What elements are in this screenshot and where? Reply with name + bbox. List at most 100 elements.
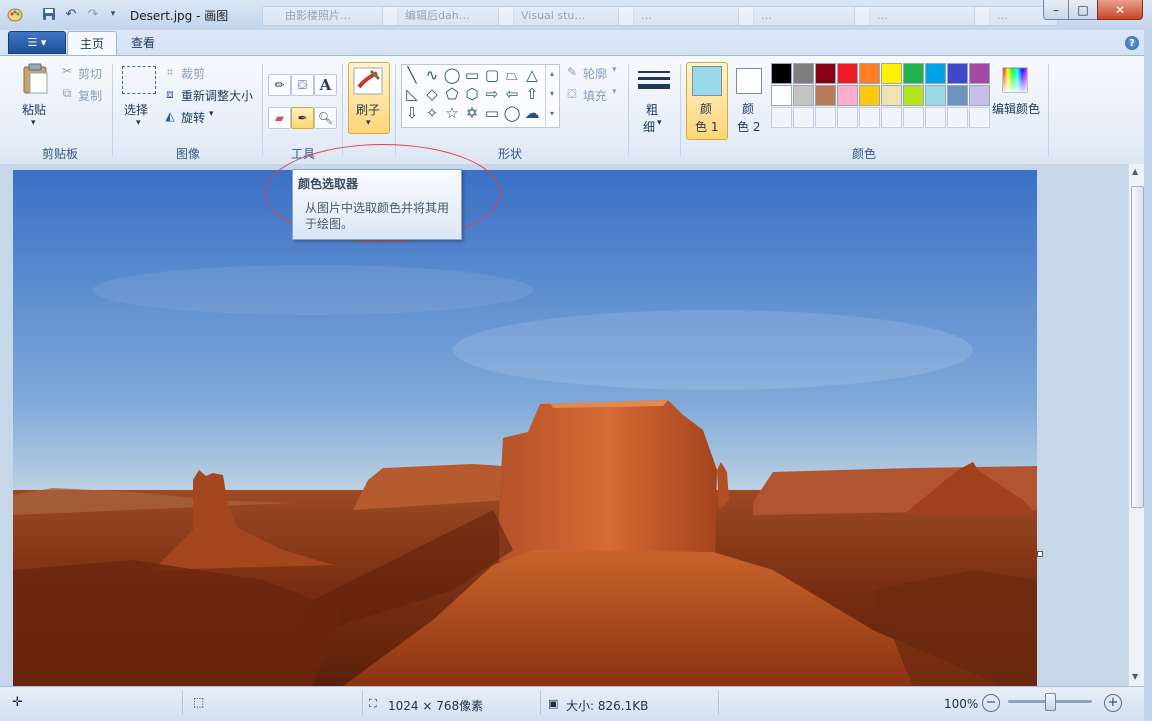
- paste-button-label[interactable]: 粘贴: [22, 101, 46, 118]
- custom-color-slot[interactable]: [793, 107, 814, 128]
- zoom-slider-thumb[interactable]: [1045, 693, 1056, 711]
- desert-image[interactable]: [13, 170, 1037, 686]
- paste-dropdown-icon[interactable]: ▾: [31, 118, 36, 128]
- shapes-gallery-scroll[interactable]: ▴ ▾ ▾: [545, 64, 558, 126]
- color2-label-line1[interactable]: 颜: [742, 100, 754, 117]
- rotate-dropdown-icon[interactable]: ▾: [209, 109, 214, 119]
- palette-swatch[interactable]: [837, 85, 858, 106]
- color-picker-icon[interactable]: ✒: [291, 107, 314, 129]
- line-shape-icon[interactable]: ╲: [403, 66, 421, 84]
- six-point-star-icon[interactable]: ✡: [463, 104, 481, 122]
- palette-swatch[interactable]: [793, 85, 814, 106]
- size-label-line2[interactable]: 细: [643, 118, 655, 135]
- down-arrow-icon[interactable]: ⇩: [403, 104, 421, 122]
- custom-color-slot[interactable]: [815, 107, 836, 128]
- palette-swatch[interactable]: [903, 85, 924, 106]
- palette-swatch[interactable]: [881, 63, 902, 84]
- scrollbar-thumb[interactable]: [1131, 186, 1144, 508]
- resize-button[interactable]: 重新调整大小: [181, 87, 253, 104]
- palette-swatch[interactable]: [947, 63, 968, 84]
- select-button-label[interactable]: 选择: [124, 101, 148, 118]
- fill-bucket-icon[interactable]: ⛋: [291, 74, 314, 96]
- palette-swatch[interactable]: [771, 85, 792, 106]
- curve-shape-icon[interactable]: ∿: [423, 66, 441, 84]
- custom-color-slot[interactable]: [969, 107, 990, 128]
- outline-button[interactable]: 轮廓: [583, 65, 607, 82]
- select-dropdown-icon[interactable]: ▾: [136, 118, 141, 128]
- select-icon[interactable]: [122, 66, 156, 94]
- custom-color-slot[interactable]: [947, 107, 968, 128]
- cloud-callout-icon[interactable]: ☁: [523, 104, 541, 122]
- custom-color-slot[interactable]: [837, 107, 858, 128]
- undo-icon[interactable]: ↶: [62, 5, 80, 23]
- text-tool-icon[interactable]: A: [314, 74, 337, 96]
- custom-color-slot[interactable]: [771, 107, 792, 128]
- palette-swatch[interactable]: [815, 85, 836, 106]
- color2-swatch[interactable]: [736, 68, 762, 94]
- rect-callout-icon[interactable]: ▭: [483, 104, 501, 122]
- pentagon-shape-icon[interactable]: ⬠: [443, 85, 461, 103]
- rectangle-shape-icon[interactable]: ▭: [463, 66, 481, 84]
- help-icon[interactable]: ?: [1125, 36, 1139, 50]
- size-dropdown-icon[interactable]: ▾: [657, 118, 662, 128]
- paste-icon[interactable]: [20, 62, 52, 96]
- palette-swatch[interactable]: [969, 85, 990, 106]
- canvas-resize-handle[interactable]: [1037, 551, 1043, 557]
- redo-icon[interactable]: ↷: [84, 5, 102, 23]
- application-menu-button[interactable]: ☰ ▾: [8, 31, 66, 54]
- custom-color-slot[interactable]: [903, 107, 924, 128]
- customize-qat-icon[interactable]: ▾: [104, 5, 122, 23]
- rounded-rectangle-icon[interactable]: ▢: [483, 66, 501, 84]
- diamond-shape-icon[interactable]: ◇: [423, 85, 441, 103]
- brush-dropdown-icon[interactable]: ▾: [366, 118, 371, 128]
- maximize-button[interactable]: □: [1068, 0, 1098, 20]
- scroll-up-icon[interactable]: ▲: [1132, 167, 1138, 176]
- palette-swatch[interactable]: [925, 63, 946, 84]
- scroll-down-icon[interactable]: ▼: [1132, 672, 1138, 681]
- tab-home[interactable]: 主页: [67, 31, 118, 56]
- palette-swatch[interactable]: [859, 63, 880, 84]
- eraser-icon[interactable]: ▰: [268, 107, 291, 129]
- color2-label-line2[interactable]: 色 2: [737, 118, 760, 135]
- palette-swatch[interactable]: [881, 85, 902, 106]
- rotate-button[interactable]: 旋转: [181, 109, 205, 126]
- pencil-tool-icon[interactable]: ✏: [268, 74, 291, 96]
- up-arrow-icon[interactable]: ⇧: [523, 85, 541, 103]
- right-arrow-icon[interactable]: ⇨: [483, 85, 501, 103]
- line-width-icon[interactable]: [637, 66, 671, 94]
- vertical-scrollbar[interactable]: ▲ ▼: [1128, 164, 1145, 686]
- custom-color-slot[interactable]: [881, 107, 902, 128]
- oval-callout-icon[interactable]: ◯: [503, 104, 521, 122]
- edit-colors-icon[interactable]: [1000, 65, 1030, 95]
- fill-button[interactable]: 填充: [583, 87, 607, 104]
- custom-color-slot[interactable]: [925, 107, 946, 128]
- copy-button[interactable]: 复制: [78, 87, 102, 104]
- four-point-star-icon[interactable]: ✧: [423, 104, 441, 122]
- fill-dropdown-icon[interactable]: ▾: [612, 87, 617, 97]
- minimize-button[interactable]: –: [1043, 0, 1069, 20]
- save-icon[interactable]: [40, 5, 58, 23]
- edit-colors-button[interactable]: 编辑颜色: [992, 100, 1040, 117]
- outline-dropdown-icon[interactable]: ▾: [612, 65, 617, 75]
- magnifier-icon[interactable]: 🔍︎: [314, 107, 337, 129]
- five-point-star-icon[interactable]: ☆: [443, 104, 461, 122]
- triangle-shape-icon[interactable]: △: [523, 66, 541, 84]
- palette-swatch[interactable]: [947, 85, 968, 106]
- palette-swatch[interactable]: [815, 63, 836, 84]
- palette-swatch[interactable]: [859, 85, 880, 106]
- oval-shape-icon[interactable]: ◯: [443, 66, 461, 84]
- left-arrow-icon[interactable]: ⇦: [503, 85, 521, 103]
- palette-swatch[interactable]: [903, 63, 924, 84]
- size-label-line1[interactable]: 粗: [646, 101, 658, 118]
- polygon-shape-icon[interactable]: ⏢: [503, 66, 521, 84]
- zoom-in-button[interactable]: +: [1104, 694, 1122, 712]
- palette-swatch[interactable]: [793, 63, 814, 84]
- custom-color-slot[interactable]: [859, 107, 880, 128]
- palette-swatch[interactable]: [771, 63, 792, 84]
- palette-swatch[interactable]: [925, 85, 946, 106]
- crop-button[interactable]: 裁剪: [181, 65, 205, 82]
- cut-button[interactable]: 剪切: [78, 65, 102, 82]
- palette-swatch[interactable]: [969, 63, 990, 84]
- hexagon-shape-icon[interactable]: ⬡: [463, 85, 481, 103]
- tab-view[interactable]: 查看: [119, 31, 167, 55]
